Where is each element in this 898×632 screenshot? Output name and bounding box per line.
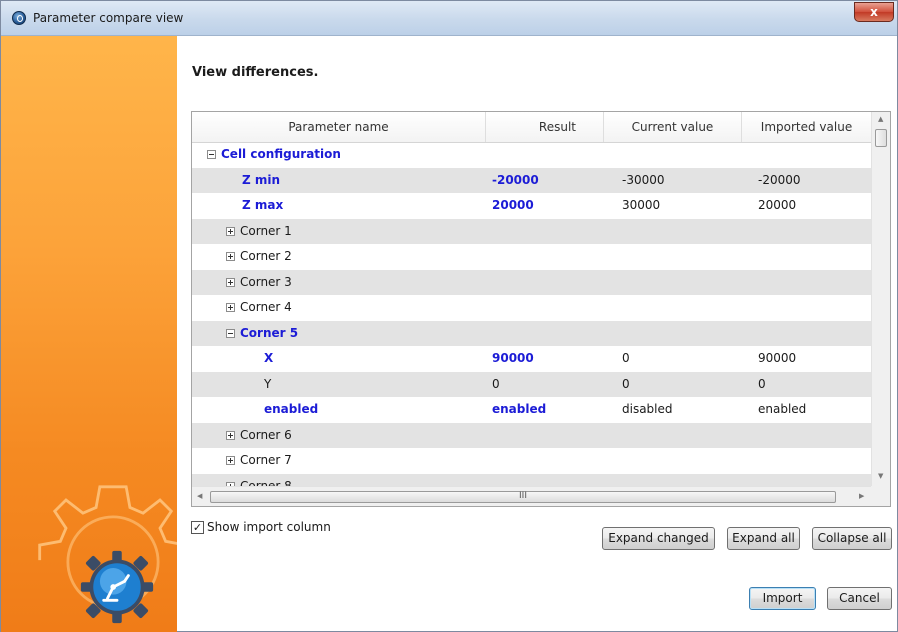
current-value-cell: 30000 <box>622 198 661 212</box>
result-cell: 20000 <box>492 198 534 212</box>
collapse-minus-icon[interactable] <box>207 150 216 159</box>
column-header-parameter-name[interactable]: Parameter name <box>192 112 486 142</box>
expand-plus-icon[interactable] <box>226 431 235 440</box>
parameter-name-text: X <box>264 351 274 365</box>
parameter-name-text: Corner 2 <box>240 249 292 263</box>
close-button[interactable]: x <box>854 2 894 22</box>
imported-value-cell: 0 <box>758 377 766 391</box>
vertical-scroll-thumb[interactable] <box>875 129 887 147</box>
imported-value-cell: 90000 <box>758 351 797 365</box>
table-row[interactable]: Corner 6 <box>192 423 871 448</box>
table-row[interactable]: enabled enabled disabled enabled <box>192 397 871 422</box>
result-cell: -20000 <box>492 173 539 187</box>
current-value-cell: 0 <box>622 377 630 391</box>
table-row[interactable]: Corner 5 <box>192 321 871 346</box>
parameter-name-text: Corner 1 <box>240 224 292 238</box>
table-row[interactable]: Z min -20000 -30000 -20000 <box>192 168 871 193</box>
result-cell: 0 <box>492 377 500 391</box>
expand-plus-icon[interactable] <box>226 278 235 287</box>
parameter-name-text: enabled <box>264 402 319 416</box>
table-row[interactable]: Corner 3 <box>192 270 871 295</box>
table-row[interactable]: Cell configuration <box>192 142 871 167</box>
parameter-name-text: Corner 3 <box>240 275 292 289</box>
scroll-right-icon[interactable]: ▶ <box>859 492 864 500</box>
parameter-name-text: Y <box>264 377 272 391</box>
parameter-name-cell: X <box>264 346 273 371</box>
parameter-name-text: Corner 7 <box>240 453 292 467</box>
result-cell: enabled <box>492 402 547 416</box>
imported-value-cell: -20000 <box>758 173 801 187</box>
side-decoration-panel <box>1 36 177 632</box>
imported-value-cell: 20000 <box>758 198 797 212</box>
table-row[interactable]: X 90000 0 90000 <box>192 346 871 371</box>
parameter-name-text: Cell configuration <box>221 147 341 161</box>
imported-value-cell: enabled <box>758 402 807 416</box>
expand-plus-icon[interactable] <box>226 303 235 312</box>
column-header-current-value[interactable]: Current value <box>604 112 742 142</box>
parameter-name-cell: Cell configuration <box>207 142 341 167</box>
import-button[interactable]: Import <box>749 587 816 610</box>
expand-changed-button[interactable]: Expand changed <box>602 527 715 550</box>
scroll-up-icon[interactable]: ▲ <box>878 115 883 123</box>
expand-plus-icon[interactable] <box>226 456 235 465</box>
parameter-name-text: Corner 8 <box>240 479 292 486</box>
parameter-name-cell: enabled <box>264 397 318 422</box>
table-row[interactable]: Corner 8 <box>192 474 871 486</box>
table-row[interactable]: Y 0 0 0 <box>192 372 871 397</box>
parameter-name-text: Corner 4 <box>240 300 292 314</box>
parameter-name-cell: Z min <box>242 168 280 193</box>
scroll-left-icon[interactable]: ◀ <box>197 492 202 500</box>
horizontal-scrollbar[interactable]: ◀ III ▶ <box>192 486 871 506</box>
expand-plus-icon[interactable] <box>226 227 235 236</box>
current-value-cell: 0 <box>622 351 630 365</box>
parameter-name-cell: Corner 8 <box>226 474 292 486</box>
horizontal-scroll-thumb[interactable]: III <box>210 491 836 503</box>
grid-rows: Cell configuration Z min -20000 -30000 -2000… <box>192 142 871 486</box>
show-import-column-checkbox[interactable]: ✓ <box>191 521 204 534</box>
table-row[interactable]: Corner 7 <box>192 448 871 473</box>
grid-header: Parameter name Result Current value Impo… <box>192 112 871 143</box>
table-row[interactable]: Corner 4 <box>192 295 871 320</box>
scrollbar-corner <box>871 486 890 506</box>
parameter-name-cell: Y <box>264 372 271 397</box>
parameter-name-cell: Z max <box>242 193 283 218</box>
parameter-compare-window: Parameter compare view x View difference… <box>0 0 898 632</box>
expand-plus-icon[interactable] <box>226 252 235 261</box>
title-bar[interactable]: Parameter compare view x <box>1 1 897 36</box>
result-cell: 90000 <box>492 351 534 365</box>
parameter-name-text: Corner 5 <box>240 326 299 340</box>
robot-arm-logo-icon <box>80 550 154 624</box>
current-value-cell: -30000 <box>622 173 665 187</box>
parameter-name-cell: Corner 3 <box>226 270 292 295</box>
parameter-name-cell: Corner 7 <box>226 448 292 473</box>
cancel-button[interactable]: Cancel <box>827 587 892 610</box>
current-value-cell: disabled <box>622 402 673 416</box>
column-header-result[interactable]: Result <box>486 112 604 142</box>
vertical-scrollbar[interactable]: ▲ ▼ <box>871 112 890 486</box>
expand-all-button[interactable]: Expand all <box>727 527 800 550</box>
collapse-minus-icon[interactable] <box>226 329 235 338</box>
parameter-name-cell: Corner 1 <box>226 219 292 244</box>
scroll-down-icon[interactable]: ▼ <box>878 472 883 480</box>
window-title: Parameter compare view <box>33 11 184 25</box>
parameter-grid[interactable]: Parameter name Result Current value Impo… <box>191 111 891 507</box>
parameter-name-text: Corner 6 <box>240 428 292 442</box>
column-header-imported-value[interactable]: Imported value <box>742 112 871 142</box>
parameter-name-cell: Corner 4 <box>226 295 292 320</box>
parameter-name-cell: Corner 5 <box>226 321 298 346</box>
parameter-name-text: Z max <box>242 198 284 212</box>
parameter-name-text: Z min <box>242 173 281 187</box>
table-row[interactable]: Corner 1 <box>192 219 871 244</box>
table-row[interactable]: Z max 20000 30000 20000 <box>192 193 871 218</box>
show-import-column-label[interactable]: Show import column <box>207 520 331 534</box>
parameter-name-cell: Corner 2 <box>226 244 292 269</box>
table-row[interactable]: Corner 2 <box>192 244 871 269</box>
collapse-all-button[interactable]: Collapse all <box>812 527 892 550</box>
app-logo-icon <box>12 11 26 25</box>
page-heading: View differences. <box>192 65 319 80</box>
parameter-name-cell: Corner 6 <box>226 423 292 448</box>
